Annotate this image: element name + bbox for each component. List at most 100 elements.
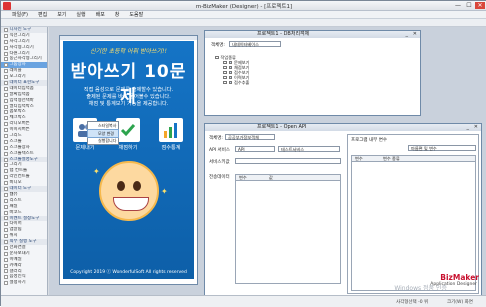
- check-icon: [120, 124, 136, 137]
- tree-item-label: 점수추출: [234, 80, 250, 85]
- tool-icon: [4, 228, 8, 233]
- sidebar-item[interactable]: 설정하기: [1, 280, 47, 286]
- smiley-illustration: [99, 161, 159, 221]
- tree-item[interactable]: 점수추출: [215, 80, 249, 85]
- tool-icon: [4, 104, 8, 109]
- checkbox[interactable]: [223, 60, 227, 65]
- minimize-icon[interactable]: _: [467, 124, 470, 131]
- table-icon: [228, 80, 232, 85]
- tool-icon: [4, 98, 8, 103]
- sparkle-icon: ✦: [161, 187, 168, 196]
- internal-vars-panel: 프로그램 내부 변수 마름편 및 변수 변수 변수 종류: [347, 134, 479, 294]
- api-service-name[interactable]: 테스트서비스: [278, 146, 340, 152]
- ctx-change-shape[interactable]: 모양 변경: [87, 128, 119, 138]
- close-button[interactable]: ✕: [475, 2, 485, 9]
- menu-window[interactable]: 창: [115, 11, 120, 18]
- tool-icon: [4, 33, 8, 38]
- close-icon[interactable]: ✕: [474, 124, 478, 131]
- send-data-grid[interactable]: 변수 값: [235, 174, 341, 284]
- ctx-run[interactable]: 실행합니다: [88, 137, 118, 145]
- checkbox[interactable]: [215, 55, 219, 60]
- db-tree: 작업종류 문제보기 채점보기 점수보기 이력보기 점수추출: [215, 55, 249, 85]
- tool-icon: [4, 251, 8, 256]
- desc-line-1: 직접 음성으로 문제를 출제할수 있습니다.: [83, 87, 174, 93]
- tool-icon: [4, 39, 8, 44]
- tool-icon: [4, 204, 8, 209]
- expand-icon: [4, 157, 8, 162]
- tool-icon: [4, 110, 8, 115]
- designer-bar: [60, 36, 197, 40]
- tool-icon: [4, 139, 8, 144]
- eye: [133, 181, 141, 191]
- grid-header: 변수 변수 종류: [352, 156, 475, 162]
- table-icon: [228, 75, 232, 80]
- tool-icon: [4, 57, 8, 62]
- mouth: [113, 197, 149, 211]
- tool-icon: [4, 145, 8, 150]
- chart-icon: [164, 123, 177, 138]
- stats-tile[interactable]: [159, 118, 183, 142]
- status-bar: 사각형선택 -0 위 크기(W) 화면: [1, 295, 486, 307]
- window-title: m-BizMaker (Designer) - [프로젝트1]: [195, 4, 293, 10]
- bizmaker-tagline: Application Designer: [430, 282, 477, 287]
- api-object-select[interactable]: 공공부가정보객체: [225, 134, 275, 140]
- tool-icon: [4, 257, 8, 262]
- internal-vars-select[interactable]: 마름편 및 변수: [408, 145, 476, 151]
- stats-tile-label: 점수통계: [161, 145, 181, 151]
- tool-icon: [4, 275, 8, 280]
- db-object-select[interactable]: 내데이터베이스: [229, 41, 281, 47]
- expand-icon: [4, 80, 8, 85]
- maximize-button[interactable]: ☐: [464, 2, 474, 9]
- db-window-title-text: 프로젝트1 - DB처리객체: [257, 31, 310, 37]
- tool-icon: [4, 175, 8, 180]
- expand-icon: [4, 216, 8, 221]
- tool-icon: [4, 198, 8, 203]
- service-key-input[interactable]: [235, 158, 341, 164]
- menu-deploy[interactable]: 배포: [96, 11, 105, 18]
- grid-col-type: 변수 종류: [383, 156, 400, 161]
- service-key-label: 서비스키값: [209, 160, 230, 165]
- tool-icon: [4, 133, 8, 138]
- grid-col-var: 변수: [239, 175, 247, 180]
- menu-help[interactable]: 도움말: [129, 11, 143, 18]
- status-size: 크기(W) 화면: [447, 300, 473, 305]
- tool-icon: [4, 181, 8, 186]
- sidebar-item-label: 설정하기: [9, 280, 26, 286]
- tool-icon: [4, 116, 8, 121]
- table-icon: [228, 70, 232, 75]
- checkbox[interactable]: [223, 65, 227, 70]
- table-icon: [228, 60, 232, 65]
- tool-icon: [4, 234, 8, 239]
- menu-file[interactable]: 파일(F): [12, 11, 28, 18]
- tool-icon: [4, 122, 8, 127]
- checkbox[interactable]: [223, 80, 227, 85]
- toolbar: [1, 19, 486, 27]
- quiz-tile-label: 문제내기: [75, 145, 95, 151]
- menu-edit[interactable]: 편집: [38, 11, 47, 18]
- grade-tile-label: 채점하기: [118, 145, 138, 151]
- grid-col-value: 값: [269, 175, 273, 180]
- db-object-label: 객체명:: [211, 43, 225, 48]
- internal-vars-grid[interactable]: 변수 변수 종류: [351, 155, 476, 291]
- checkbox[interactable]: [223, 70, 227, 75]
- tool-icon: [4, 92, 8, 97]
- tool-icon: [4, 63, 8, 68]
- api-service-select[interactable]: API: [235, 146, 275, 152]
- minimize-icon[interactable]: _: [406, 31, 409, 38]
- close-icon[interactable]: ✕: [413, 31, 417, 38]
- tool-icon: [4, 69, 8, 74]
- tool-icon: [4, 51, 8, 56]
- checkbox[interactable]: [223, 75, 227, 80]
- grade-tile[interactable]: [116, 118, 140, 142]
- desc-line-3: 채점 및 통계보기 기능을 제공합니다.: [88, 101, 169, 107]
- api-window-title-text: 프로젝트1 - Open API: [257, 124, 307, 130]
- tool-icon: [4, 151, 8, 156]
- designer-window: 신기한 초등학 어휘 받아쓰기!! 받아쓰기 10문제 직접 음성으로 문제를 …: [59, 35, 198, 285]
- tool-icon: [4, 163, 8, 168]
- menu-view[interactable]: 보기: [57, 11, 66, 18]
- expand-icon: [4, 27, 8, 32]
- minimize-button[interactable]: —: [453, 2, 463, 9]
- menu-run[interactable]: 실행: [76, 11, 85, 18]
- grid-col-var: 변수: [355, 156, 363, 161]
- ctx-style-copy[interactable]: 스타일복사: [88, 122, 118, 130]
